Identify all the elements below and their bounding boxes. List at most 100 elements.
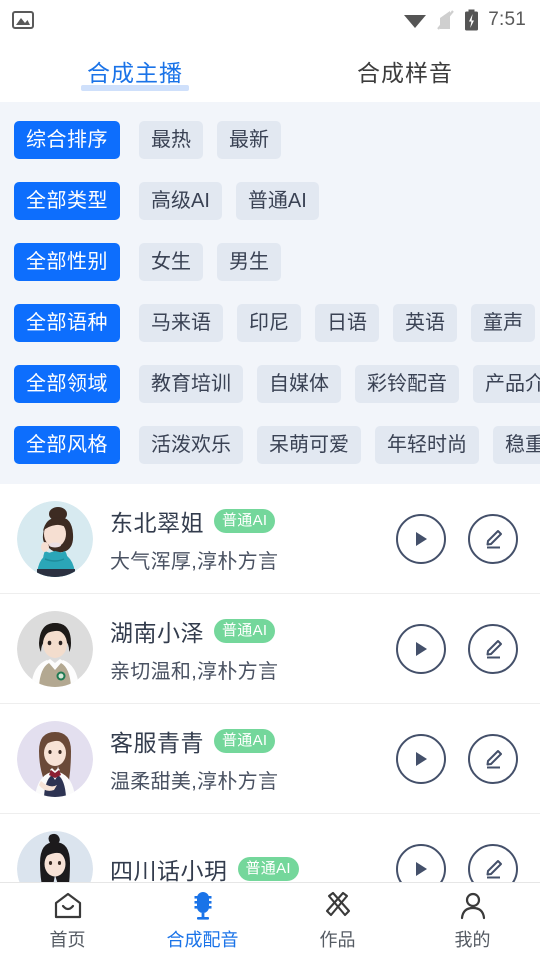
voice-name: 湖南小泽 <box>110 619 204 646</box>
filter-row-language[interactable]: 全部语种 马来语 印尼 日语 英语 童声 <box>0 299 540 347</box>
nav-item-home[interactable]: 首页 <box>0 891 135 952</box>
edit-button[interactable] <box>468 733 518 784</box>
voice-actions <box>396 513 518 564</box>
voice-info: 东北翠姐 普通AI 大气浑厚,淳朴方言 <box>110 504 396 574</box>
play-button[interactable] <box>396 733 446 784</box>
tab-synth-sample-label: 合成样音 <box>357 60 453 86</box>
no-signal-icon <box>437 10 455 30</box>
status-bar: 7:51 <box>0 0 540 40</box>
pencil-icon <box>486 639 502 658</box>
filter-option-hottest[interactable]: 最热 <box>139 121 203 159</box>
edit-button[interactable] <box>468 513 518 564</box>
filter-option-self-media[interactable]: 自媒体 <box>257 365 341 403</box>
filter-head-gender[interactable]: 全部性别 <box>14 243 120 281</box>
filter-row-style[interactable]: 全部风格 活泼欢乐 呆萌可爱 年轻时尚 稳重大气 <box>0 421 540 469</box>
voice-name: 客服青青 <box>110 729 204 756</box>
filter-panel: 综合排序 最热 最新 全部类型 高级AI 普通AI 全部性别 女生 男生 全部语… <box>0 102 540 484</box>
tab-synth-anchor-label: 合成主播 <box>87 60 183 86</box>
nav-item-synthesis-label: 合成配音 <box>166 930 239 950</box>
voice-name-line: 东北翠姐 普通AI <box>110 504 396 538</box>
pen-ruler-icon <box>325 891 350 917</box>
tab-bar: 合成主播 合成样音 <box>0 40 540 102</box>
voice-info: 客服青青 普通AI 温柔甜美,淳朴方言 <box>110 724 396 794</box>
filter-row-type[interactable]: 全部类型 高级AI 普通AI <box>0 177 540 225</box>
nav-item-home-label: 首页 <box>49 930 86 950</box>
voice-description: 温柔甜美,淳朴方言 <box>110 770 279 793</box>
filter-option-english[interactable]: 英语 <box>393 304 457 342</box>
battery-charging-icon <box>465 9 479 31</box>
filter-row-gender[interactable]: 全部性别 女生 男生 <box>0 238 540 286</box>
voice-actions <box>396 623 518 674</box>
nav-item-works[interactable]: 作品 <box>270 891 405 952</box>
status-badge: 普通AI <box>214 618 276 643</box>
avatar <box>17 610 93 687</box>
filter-head-domain[interactable]: 全部领域 <box>14 365 120 403</box>
status-bar-right: 7:51 <box>403 9 526 31</box>
play-button[interactable] <box>396 623 446 674</box>
play-button[interactable] <box>396 513 446 564</box>
filter-option-indonesian[interactable]: 印尼 <box>237 304 301 342</box>
avatar <box>17 720 93 797</box>
filter-row-domain[interactable]: 全部领域 教育培训 自媒体 彩铃配音 产品介绍 <box>0 360 540 408</box>
nav-item-synthesis[interactable]: 合成配音 <box>135 891 270 952</box>
filter-option-japanese[interactable]: 日语 <box>315 304 379 342</box>
filter-row-sort[interactable]: 综合排序 最热 最新 <box>0 116 540 164</box>
voice-name-line: 客服青青 普通AI <box>110 724 396 758</box>
nav-item-works-label: 作品 <box>319 930 356 950</box>
person-icon <box>460 892 485 920</box>
voice-name-line: 湖南小泽 普通AI <box>110 614 396 648</box>
filter-option-ringtone-dubbing[interactable]: 彩铃配音 <box>355 365 459 403</box>
app-root: 7:51 合成主播 合成样音 综合排序 最热 最新 全部类型 高级AI 普通AI… <box>0 0 540 960</box>
pencil-icon <box>486 749 502 768</box>
tab-synth-sample[interactable]: 合成样音 <box>270 40 540 102</box>
voice-actions <box>396 733 518 784</box>
voice-info: 四川话小玥 普通AI <box>110 852 396 886</box>
filter-option-female[interactable]: 女生 <box>139 243 203 281</box>
filter-option-steady[interactable]: 稳重大气 <box>493 426 540 464</box>
filter-head-language[interactable]: 全部语种 <box>14 304 120 342</box>
voice-info: 湖南小泽 普通AI 亲切温和,淳朴方言 <box>110 614 396 684</box>
edit-button[interactable] <box>468 623 518 674</box>
status-bar-left <box>12 10 34 30</box>
filter-option-advanced-ai[interactable]: 高级AI <box>139 182 222 220</box>
filter-option-product-intro[interactable]: 产品介绍 <box>473 365 540 403</box>
nav-item-profile[interactable]: 我的 <box>405 891 540 952</box>
filter-option-young-fashion[interactable]: 年轻时尚 <box>375 426 479 464</box>
filter-option-male[interactable]: 男生 <box>217 243 281 281</box>
status-badge: 普通AI <box>214 728 276 753</box>
voice-description: 大气浑厚,淳朴方言 <box>110 550 279 573</box>
filter-head-type[interactable]: 全部类型 <box>14 182 120 220</box>
pencil-icon <box>486 529 502 548</box>
play-icon <box>416 641 427 656</box>
voice-name: 东北翠姐 <box>110 509 204 536</box>
voice-name: 四川话小玥 <box>110 857 228 884</box>
filter-option-normal-ai[interactable]: 普通AI <box>235 182 319 220</box>
play-icon <box>416 751 427 766</box>
voice-description: 亲切温和,淳朴方言 <box>110 660 279 683</box>
voice-name-line: 四川话小玥 普通AI <box>110 852 396 886</box>
voice-list-item[interactable]: 湖南小泽 普通AI 亲切温和,淳朴方言 <box>0 594 540 704</box>
filter-option-lively[interactable]: 活泼欢乐 <box>139 426 243 464</box>
image-icon <box>12 11 34 29</box>
status-badge: 普通AI <box>214 508 276 533</box>
filter-option-child-voice[interactable]: 童声 <box>471 304 535 342</box>
avatar <box>17 500 93 577</box>
filter-option-newest[interactable]: 最新 <box>217 121 281 159</box>
filter-head-style[interactable]: 全部风格 <box>14 426 120 464</box>
wifi-icon <box>404 15 427 28</box>
play-icon <box>416 531 427 546</box>
status-bar-clock: 7:51 <box>488 9 526 30</box>
play-icon <box>416 861 427 876</box>
voice-list-item[interactable]: 东北翠姐 普通AI 大气浑厚,淳朴方言 <box>0 484 540 594</box>
filter-option-cute[interactable]: 呆萌可爱 <box>257 426 361 464</box>
filter-option-malay[interactable]: 马来语 <box>139 304 223 342</box>
tab-synth-anchor[interactable]: 合成主播 <box>0 40 270 102</box>
status-badge: 普通AI <box>237 856 299 881</box>
home-icon <box>54 892 81 919</box>
filter-head-sort[interactable]: 综合排序 <box>14 121 120 159</box>
nav-item-profile-label: 我的 <box>454 930 491 950</box>
tab-active-indicator <box>81 85 189 91</box>
voice-list-item[interactable]: 客服青青 普通AI 温柔甜美,淳朴方言 <box>0 704 540 814</box>
filter-option-education[interactable]: 教育培训 <box>139 365 243 403</box>
pencil-icon <box>486 859 502 878</box>
